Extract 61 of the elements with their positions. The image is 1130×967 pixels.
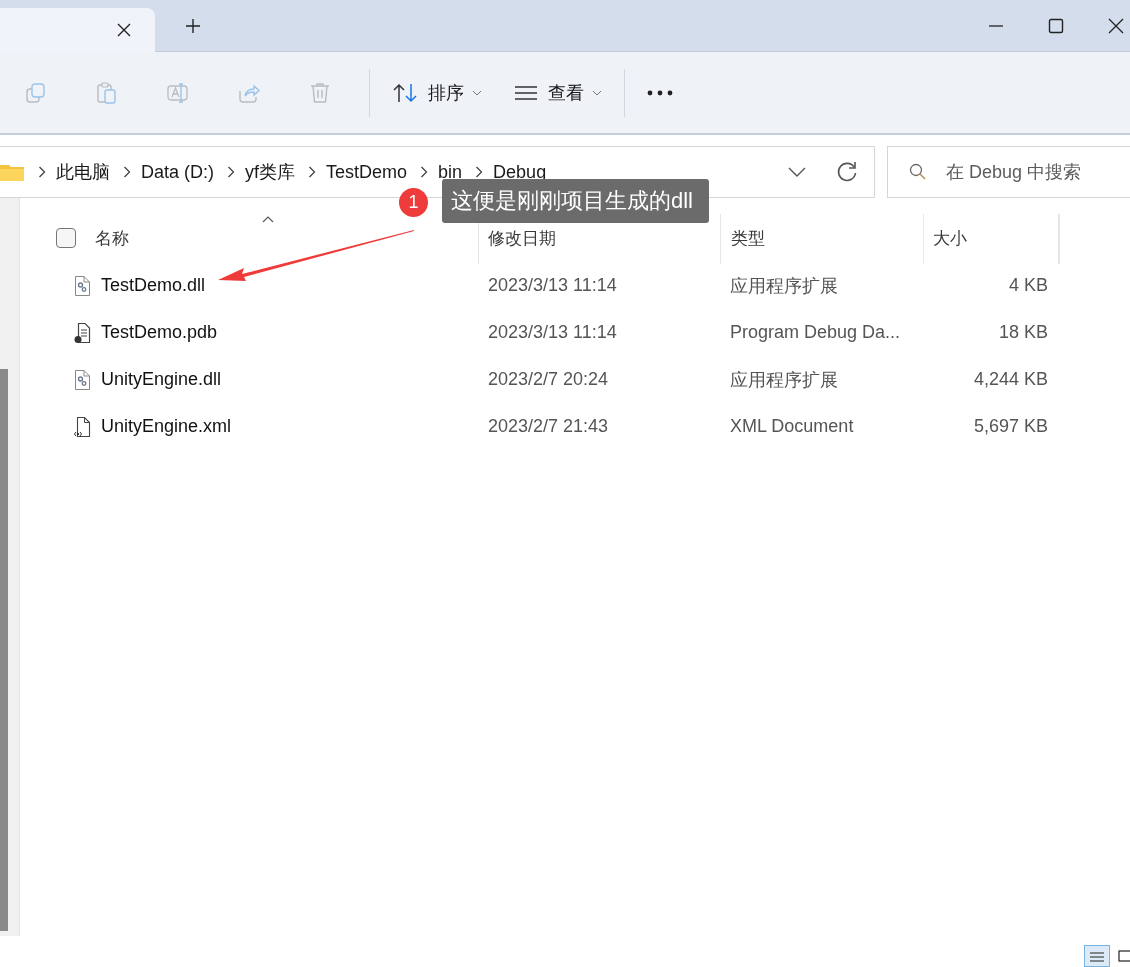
document-icon: [74, 321, 91, 344]
file-name[interactable]: TestDemo.dll: [101, 275, 206, 296]
chevron-right-icon: [38, 166, 46, 178]
chevron-right-icon: [420, 166, 429, 178]
clipboard-icon: [95, 80, 119, 105]
scrollbar-thumb[interactable]: [0, 369, 8, 931]
tiles-view-icon: [1115, 947, 1130, 965]
file-type: Program Debug Da...: [730, 322, 901, 343]
chevron-right-icon: [227, 166, 235, 178]
chevron-down-icon[interactable]: [788, 167, 806, 177]
date-modified: 2023/2/7 20:24: [488, 369, 609, 390]
file-name[interactable]: UnityEngine.xml: [101, 416, 232, 437]
folder-icon: [0, 162, 24, 182]
chevron-down-icon: [472, 89, 482, 96]
file-name[interactable]: TestDemo.pdb: [101, 322, 218, 343]
chevron-right-icon: [475, 166, 484, 178]
lines-icon: [514, 83, 538, 102]
refresh-icon[interactable]: [836, 161, 858, 183]
rename-icon: [166, 80, 190, 105]
file-code-icon: [74, 415, 91, 438]
copy-icon: [24, 80, 48, 105]
maximize-icon[interactable]: [1048, 17, 1064, 34]
breadcrumb-item[interactable]: Data (D:): [141, 161, 214, 183]
step-number-badge: 1: [399, 188, 428, 217]
column-header[interactable]: 大小: [933, 226, 967, 250]
chevron-right-icon: [308, 166, 317, 178]
date-modified: 2023/3/13 11:14: [488, 322, 617, 343]
trash-icon: [308, 80, 332, 105]
column-header[interactable]: 修改日期: [488, 226, 556, 250]
column-header[interactable]: 类型: [731, 226, 765, 250]
breadcrumb-item[interactable]: TestDemo: [326, 161, 408, 183]
sort-button[interactable]: 排序: [386, 72, 488, 113]
file-type: 应用程序扩展: [730, 368, 838, 392]
chevron-right-icon: [123, 166, 131, 178]
file-size: 4,244 KB: [973, 369, 1048, 390]
more-icon: [647, 89, 673, 96]
file-gear-icon: [74, 368, 91, 391]
breadcrumb-item[interactable]: yf类库: [245, 160, 296, 184]
annotation-tooltip: 这便是刚刚项目生成的dll: [442, 179, 709, 223]
search-icon: [909, 163, 927, 181]
chevron-down-icon: [592, 89, 602, 96]
date-modified: 2023/3/13 11:14: [488, 275, 617, 296]
search-field[interactable]: 在 Debug 中搜索: [887, 146, 1130, 198]
date-modified: 2023/2/7 21:43: [488, 416, 609, 437]
file-type: 应用程序扩展: [730, 274, 838, 298]
file-size: 4 KB: [1008, 275, 1048, 296]
chevron-up-icon: [262, 216, 274, 223]
breadcrumb-item[interactable]: 此电脑: [56, 160, 110, 184]
close-icon[interactable]: [117, 22, 131, 37]
file-size: 5,697 KB: [973, 416, 1048, 437]
close-icon[interactable]: [1108, 17, 1124, 34]
sort-arrows-icon: [392, 81, 418, 104]
file-type: XML Document: [730, 416, 854, 437]
details-view-button[interactable]: [1084, 945, 1110, 967]
plus-icon[interactable]: [185, 17, 201, 34]
view-button[interactable]: 查看: [508, 72, 608, 113]
file-name[interactable]: UnityEngine.dll: [101, 369, 222, 390]
file-gear-icon: [74, 274, 91, 297]
column-header[interactable]: 名称: [95, 226, 129, 250]
file-size: 18 KB: [998, 322, 1048, 343]
select-all-checkbox[interactable]: [56, 228, 76, 248]
